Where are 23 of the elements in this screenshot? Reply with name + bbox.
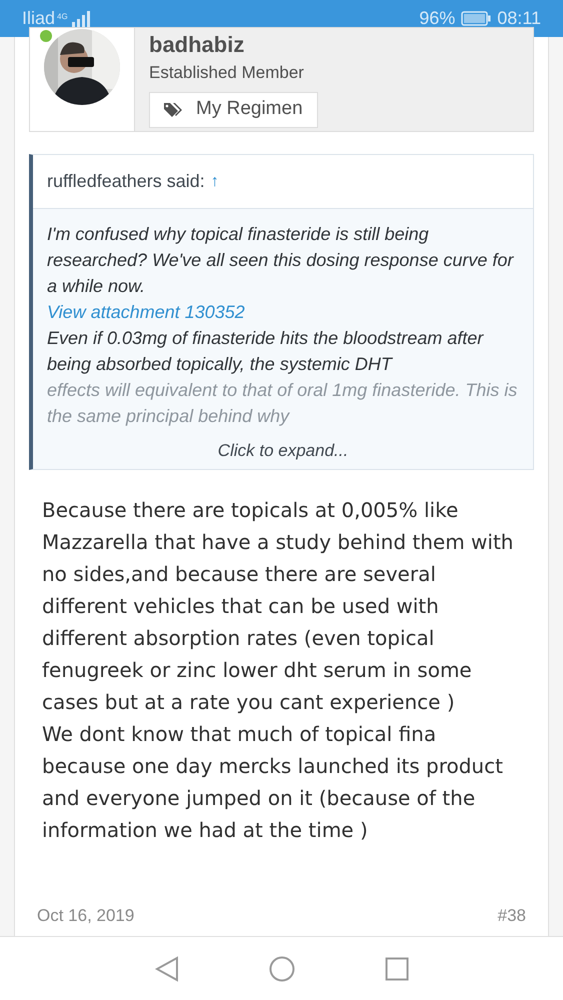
post-date: Oct 16, 2019: [37, 904, 134, 926]
quote-text: I'm confused why topical finasteride is still being researched? We've all seen this dosing response curve for a while now.: [47, 223, 515, 298]
post-paragraph: Because there are topicals at 0,005% like Mazzarella that have a study behind them with no sides,and because there are several different vehicles that can be used with different absorption rates (even topical fenugreek or zinc lower dht serum in some cases but at a rate you cant experience ): [42, 497, 514, 716]
author-name: badhabiz: [149, 32, 246, 58]
expand-link[interactable]: Click to expand...: [218, 438, 348, 469]
carrier-name: Iliad: [22, 7, 56, 30]
battery-percent: 96%: [419, 7, 456, 30]
battery-icon: [461, 11, 492, 26]
jump-link[interactable]: ↑: [210, 170, 219, 194]
quote-author: ruffledfeathers said:: [47, 170, 205, 193]
back-icon[interactable]: [154, 956, 178, 982]
network-type: 4G: [57, 11, 68, 23]
quote-faded-text: effects will equivalent to that of oral 1mg finasteride. This is the same principal behind why: [47, 379, 518, 428]
tags-icon: [164, 102, 184, 118]
quote-text: Even if 0.03mg of finasteride hits the bloodstream after being absorbed topically, the systemic DHT: [47, 327, 485, 376]
post-paragraph: We dont know that much of topical fina because one day mercks launched its product and everyone jumped on it (because of the information we had at the time ): [42, 721, 504, 844]
recents-icon[interactable]: [384, 956, 408, 980]
clock: 08:11: [497, 7, 541, 30]
home-icon[interactable]: [268, 956, 294, 982]
post-number: #38: [498, 904, 526, 926]
member-title: Established Member: [149, 62, 305, 84]
signal-icon: [70, 10, 92, 26]
regimen-button[interactable]: My Regimen: [149, 92, 318, 128]
